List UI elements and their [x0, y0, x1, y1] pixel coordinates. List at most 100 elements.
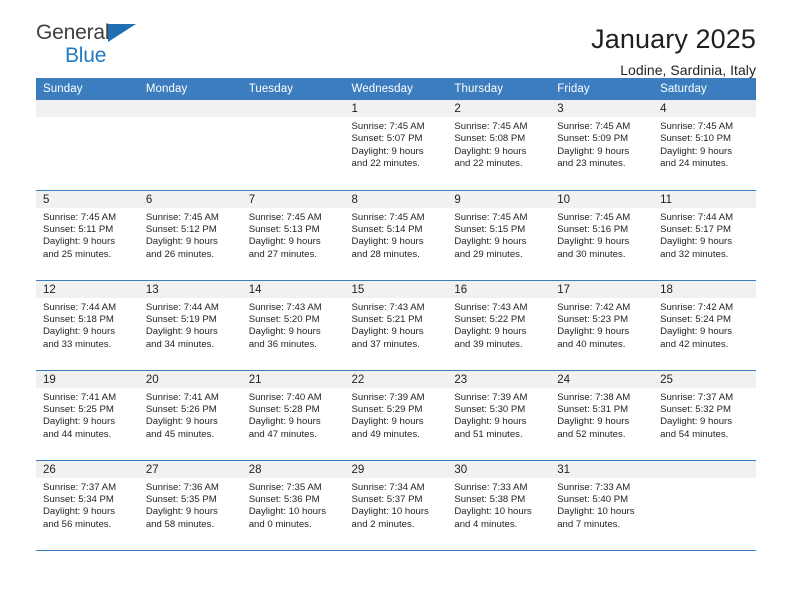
calendar-day-cell[interactable]: 18 Sunrise: 7:42 AM Sunset: 5:24 PM Dayligh… [653, 279, 756, 370]
calendar-day-cell[interactable]: 17 Sunrise: 7:42 AM Sunset: 5:23 PM Dayligh… [550, 279, 654, 370]
day-detail-line: Sunrise: 7:42 AM [557, 301, 631, 313]
day-detail-line: Daylight: 10 hours [454, 506, 532, 518]
day-detail-line: Sunset: 5:16 PM [557, 223, 629, 235]
calendar-day-cell[interactable]: 10 Sunrise: 7:45 AM Sunset: 5:16 PM Dayligh… [550, 189, 654, 280]
calendar-day-cell[interactable]: 14 Sunrise: 7:43 AM Sunset: 5:20 PM Dayligh… [241, 279, 345, 370]
calendar-day-cell[interactable]: 28 Sunrise: 7:35 AM Sunset: 5:36 PM Dayligh… [241, 459, 345, 550]
day-detail-line: Sunset: 5:30 PM [454, 403, 526, 415]
day-details: Sunrise: 7:44 AM Sunset: 5:19 PM Daylight:… [139, 298, 242, 352]
calendar-day-cell[interactable]: 6 Sunrise: 7:45 AM Sunset: 5:12 PM Daylight… [138, 189, 242, 280]
day-detail-line: Daylight: 9 hours [557, 416, 630, 428]
day-detail-line: Sunrise: 7:39 AM [351, 391, 425, 403]
calendar-day-cell[interactable]: 12 Sunrise: 7:44 AM Sunset: 5:18 PM Dayligh… [36, 279, 139, 370]
day-number: 7 [241, 190, 345, 208]
logo-triangle-icon [108, 24, 136, 42]
day-detail-line: Sunrise: 7:45 AM [454, 121, 528, 132]
day-number: 8 [344, 190, 448, 208]
day-detail-line: and 24 minutes. [660, 158, 729, 170]
calendar-day-cell[interactable]: 19 Sunrise: 7:41 AM Sunset: 5:25 PM Dayligh… [36, 369, 139, 460]
day-details: Sunrise: 7:45 AM Sunset: 5:09 PM Daylight:… [550, 117, 653, 171]
day-detail-line: Sunrise: 7:40 AM [248, 391, 322, 403]
calendar-day-cell[interactable]: 20 Sunrise: 7:41 AM Sunset: 5:26 PM Dayligh… [138, 369, 242, 460]
day-details: Sunrise: 7:38 AM Sunset: 5:31 PM Daylight:… [550, 388, 653, 442]
day-detail-line: Sunset: 5:10 PM [660, 133, 731, 145]
calendar-day-cell[interactable]: 21 Sunrise: 7:40 AM Sunset: 5:28 PM Dayligh… [241, 369, 345, 460]
day-detail-line: and 4 minutes. [454, 518, 518, 530]
day-detail-line: Daylight: 10 hours [351, 506, 429, 518]
calendar-day-cell[interactable]: 13 Sunrise: 7:44 AM Sunset: 5:19 PM Dayligh… [138, 279, 242, 370]
weekday-header-thursday: Thursday [447, 78, 551, 100]
day-detail-line: Sunrise: 7:44 AM [43, 301, 117, 313]
calendar-day-cell[interactable]: 9 Sunrise: 7:45 AM Sunset: 5:15 PM Daylight… [447, 189, 551, 280]
calendar-day-cell[interactable]: 1 Sunrise: 7:45 AM Sunset: 5:07 PM Daylight… [344, 100, 448, 190]
day-number: 15 [344, 280, 448, 298]
calendar-day-cell[interactable]: 16 Sunrise: 7:43 AM Sunset: 5:22 PM Dayligh… [447, 279, 551, 370]
day-detail-line: Daylight: 9 hours [660, 236, 733, 248]
day-detail-line: Sunrise: 7:45 AM [351, 211, 425, 223]
calendar-day-cell[interactable]: 3 Sunrise: 7:45 AM Sunset: 5:09 PM Daylight… [550, 100, 654, 190]
calendar-day-cell[interactable]: 24 Sunrise: 7:38 AM Sunset: 5:31 PM Dayligh… [550, 369, 654, 460]
day-detail-line: Sunset: 5:34 PM [43, 493, 114, 505]
day-detail-line: and 22 minutes. [454, 158, 523, 170]
day-details: Sunrise: 7:45 AM Sunset: 5:12 PM Daylight:… [139, 208, 242, 262]
calendar-empty-cell [138, 100, 242, 190]
calendar-day-cell[interactable]: 25 Sunrise: 7:37 AM Sunset: 5:32 PM Dayligh… [653, 369, 756, 460]
calendar-day-cell[interactable]: 8 Sunrise: 7:45 AM Sunset: 5:14 PM Daylight… [344, 189, 448, 280]
calendar-day-cell[interactable]: 11 Sunrise: 7:44 AM Sunset: 5:17 PM Dayligh… [653, 189, 756, 280]
day-detail-line: Sunset: 5:40 PM [557, 493, 629, 505]
calendar-day-cell[interactable]: 7 Sunrise: 7:45 AM Sunset: 5:13 PM Daylight… [241, 189, 345, 280]
calendar-day-cell[interactable]: 5 Sunrise: 7:45 AM Sunset: 5:11 PM Daylight… [36, 189, 139, 280]
day-detail-line: Sunrise: 7:45 AM [248, 211, 322, 223]
day-details: Sunrise: 7:41 AM Sunset: 5:25 PM Daylight:… [36, 388, 139, 442]
day-detail-line: Sunrise: 7:45 AM [43, 211, 117, 223]
calendar-day-cell[interactable]: 29 Sunrise: 7:34 AM Sunset: 5:37 PM Dayligh… [344, 459, 448, 550]
weekday-header-sunday: Sunday [36, 78, 139, 100]
day-details: Sunrise: 7:33 AM Sunset: 5:40 PM Daylight:… [550, 478, 653, 532]
day-details: Sunrise: 7:44 AM Sunset: 5:18 PM Daylight:… [36, 298, 139, 352]
calendar-day-cell[interactable]: 30 Sunrise: 7:33 AM Sunset: 5:38 PM Dayligh… [447, 459, 551, 550]
day-detail-line: Sunrise: 7:43 AM [248, 301, 322, 313]
day-detail-line: Sunset: 5:09 PM [557, 133, 629, 145]
day-detail-line: Sunset: 5:20 PM [248, 313, 320, 325]
day-detail-line: and 47 minutes. [248, 428, 317, 440]
day-detail-line: Sunset: 5:26 PM [145, 403, 217, 415]
day-number: 14 [241, 280, 345, 298]
day-details: Sunrise: 7:45 AM Sunset: 5:10 PM Daylight:… [653, 117, 756, 171]
calendar-day-cell[interactable]: 2 Sunrise: 7:45 AM Sunset: 5:08 PM Daylight… [447, 100, 551, 190]
day-detail-line: Daylight: 9 hours [43, 506, 115, 518]
day-detail-line: Sunrise: 7:33 AM [557, 481, 631, 493]
day-detail-line: Sunset: 5:28 PM [248, 403, 320, 415]
day-detail-line: Daylight: 9 hours [660, 326, 733, 338]
calendar-week-row: 1 Sunrise: 7:45 AM Sunset: 5:07 PM Daylight… [36, 100, 756, 190]
calendar-day-cell[interactable]: 22 Sunrise: 7:39 AM Sunset: 5:29 PM Dayligh… [344, 369, 448, 460]
day-detail-line: Sunrise: 7:36 AM [145, 481, 219, 493]
day-detail-line: Daylight: 9 hours [145, 506, 218, 518]
weekday-header-saturday: Saturday [653, 78, 756, 100]
calendar-day-cell[interactable]: 31 Sunrise: 7:33 AM Sunset: 5:40 PM Dayligh… [550, 459, 654, 550]
day-detail-line: Sunset: 5:11 PM [43, 223, 114, 235]
day-detail-line: Daylight: 9 hours [454, 236, 527, 248]
calendar-day-cell[interactable]: 23 Sunrise: 7:39 AM Sunset: 5:30 PM Dayligh… [447, 369, 551, 460]
calendar-week-row: 19 Sunrise: 7:41 AM Sunset: 5:25 PM Dayligh… [36, 369, 756, 460]
page-subtitle: Lodine, Sardinia, Italy [620, 62, 756, 79]
day-number: 24 [550, 370, 654, 388]
calendar-day-cell[interactable]: 27 Sunrise: 7:36 AM Sunset: 5:35 PM Dayligh… [138, 459, 242, 550]
day-detail-line: and 33 minutes. [43, 338, 112, 350]
day-details: Sunrise: 7:44 AM Sunset: 5:17 PM Daylight:… [653, 208, 756, 262]
day-number [653, 460, 756, 478]
calendar-page: General Blue January 2025 Lodine, Sardin… [0, 0, 792, 612]
day-detail-line: Daylight: 9 hours [557, 236, 630, 248]
calendar-day-cell[interactable]: 4 Sunrise: 7:45 AM Sunset: 5:10 PM Daylight… [653, 100, 756, 190]
day-detail-line: Daylight: 9 hours [660, 145, 733, 157]
day-number: 4 [653, 100, 756, 117]
calendar-day-cell[interactable]: 15 Sunrise: 7:43 AM Sunset: 5:21 PM Dayligh… [344, 279, 448, 370]
day-number: 2 [447, 100, 551, 117]
day-detail-line: Sunset: 5:22 PM [454, 313, 526, 325]
day-detail-line: and 51 minutes. [454, 428, 523, 440]
day-details: Sunrise: 7:41 AM Sunset: 5:26 PM Daylight:… [139, 388, 242, 442]
weekday-header-monday: Monday [138, 78, 242, 100]
calendar-week-row: 12 Sunrise: 7:44 AM Sunset: 5:18 PM Dayligh… [36, 279, 756, 370]
day-detail-line: Sunrise: 7:39 AM [454, 391, 528, 403]
day-detail-line: Daylight: 9 hours [248, 416, 321, 428]
calendar-day-cell[interactable]: 26 Sunrise: 7:37 AM Sunset: 5:34 PM Dayligh… [36, 459, 139, 550]
